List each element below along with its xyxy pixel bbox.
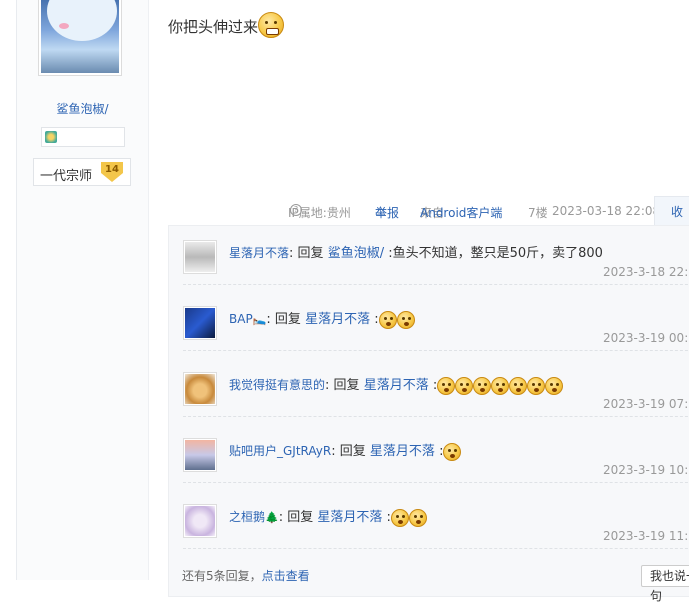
reply-user-link[interactable]: 之桓鹅 xyxy=(229,510,265,524)
surprised-emoji-icon xyxy=(455,376,474,395)
reply-content: BAP🛌: 回复 星落月不落 : xyxy=(229,308,415,329)
surprised-emoji-icon xyxy=(545,376,564,395)
author-avatar[interactable] xyxy=(38,0,122,76)
badge-row xyxy=(41,127,125,147)
reply-content: 星落月不落: 回复 鲨鱼泡椒/ :鱼头不知道，整只是50斤，卖了800 xyxy=(229,246,603,261)
reply-content: 贴吧用户_GJtRAyR: 回复 星落月不落 : xyxy=(229,440,462,461)
reply-user-link[interactable]: 贴吧用户_GJtRAyR xyxy=(229,444,331,458)
avatar[interactable] xyxy=(183,438,217,472)
level-badge-icon: 14 xyxy=(101,162,123,182)
list-item: BAP🛌: 回复 星落月不落 : 2023-3-19 00:21 xyxy=(183,292,689,351)
badge-icon: 🛌 xyxy=(252,313,267,326)
list-item: 之桓鹅🌲: 回复 星落月不落 : 2023-3-19 11:39 xyxy=(183,490,689,549)
reply-target-link[interactable]: 鲨鱼泡椒/ xyxy=(328,246,384,261)
more-text: 还有5条回复， xyxy=(182,569,262,583)
reply-time: 2023-3-19 00:21 xyxy=(603,331,689,345)
surprised-emoji-icon xyxy=(437,376,456,395)
reply-list: 星落月不落: 回复 鲨鱼泡椒/ :鱼头不知道，整只是50斤，卖了800 2023… xyxy=(168,225,689,597)
reply-content: 之桓鹅🌲: 回复 星落月不落 : xyxy=(229,506,427,527)
reply-target-link[interactable]: 星落月不落 xyxy=(370,444,435,459)
help-icon[interactable]: ? xyxy=(290,204,302,216)
reply-target-link[interactable]: 星落月不落 xyxy=(317,510,382,525)
reply-word: 回复 xyxy=(333,378,360,393)
reply-time: 2023-3-19 11:39 xyxy=(603,529,689,543)
surprised-emoji-icon xyxy=(378,310,397,329)
post-text: 你把头伸过来 xyxy=(168,18,259,36)
reply-word: 回复 xyxy=(297,246,324,261)
list-item: 我觉得挺有意思的: 回复 星落月不落 : 2023-3-19 07:05 xyxy=(183,358,689,417)
medal-icon[interactable] xyxy=(45,131,57,143)
reply-target-link[interactable]: 星落月不落 xyxy=(364,378,429,393)
surprised-emoji-icon xyxy=(491,376,510,395)
surprised-emoji-icon xyxy=(473,376,492,395)
reply-user-link[interactable]: BAP xyxy=(229,312,253,326)
collapse-button[interactable]: 收起 xyxy=(654,196,689,249)
tree-icon: 🌲 xyxy=(265,511,279,524)
post-timestamp: 2023-03-18 22:08 xyxy=(552,204,661,218)
reply-time: 2023-3-18 22:11 xyxy=(603,265,689,279)
avatar-image xyxy=(41,0,119,73)
surprised-emoji-icon xyxy=(443,442,462,461)
reply-word: 回复 xyxy=(287,510,314,525)
avatar[interactable] xyxy=(183,504,217,538)
surprised-emoji-icon xyxy=(396,310,415,329)
list-item: 星落月不落: 回复 鲨鱼泡椒/ :鱼头不知道，整只是50斤，卖了800 2023… xyxy=(183,226,689,285)
reply-button[interactable]: 我也说一句 xyxy=(641,565,689,603)
more-replies: 还有5条回复，点击查看 xyxy=(182,567,310,584)
avatar[interactable] xyxy=(183,372,217,406)
reply-content: 我觉得挺有意思的: 回复 星落月不落 : xyxy=(229,374,564,395)
floor-number: 7楼 xyxy=(528,206,548,220)
list-item: 贴吧用户_GJtRAyR: 回复 星落月不落 : 2023-3-19 10:52 xyxy=(183,424,689,483)
surprised-emoji-icon xyxy=(408,508,427,527)
author-name-link[interactable]: 鲨鱼泡椒/ xyxy=(17,100,148,117)
surprised-emoji-icon xyxy=(527,376,546,395)
reply-time: 2023-3-19 10:52 xyxy=(603,463,689,477)
angry-emoji-icon xyxy=(258,12,285,38)
client-link[interactable]: Android客户端 xyxy=(420,204,502,221)
reply-time: 2023-3-19 07:05 xyxy=(603,397,689,411)
level-box[interactable]: 一代宗师 14 xyxy=(33,158,131,186)
report-label: 举报 xyxy=(375,206,400,220)
reply-word: 回复 xyxy=(339,444,366,459)
post-content: 你把头伸过来 xyxy=(168,12,285,38)
level-title: 一代宗师 xyxy=(40,169,93,184)
author-column: 鲨鱼泡椒/ 一代宗师 14 xyxy=(16,0,149,580)
reply-text: :鱼头不知道，整只是50斤，卖了800 xyxy=(388,246,603,261)
reply-target-link[interactable]: 星落月不落 xyxy=(305,312,370,327)
surprised-emoji-icon xyxy=(509,376,528,395)
reply-word: 回复 xyxy=(274,312,301,327)
reply-text: : xyxy=(374,312,379,327)
avatar[interactable] xyxy=(183,306,217,340)
smile-emoji-icon xyxy=(390,508,409,527)
reply-user-link[interactable]: 星落月不落 xyxy=(229,246,289,260)
reply-user-link[interactable]: 我觉得挺有意思的 xyxy=(229,378,325,392)
view-more-link[interactable]: 点击查看 xyxy=(262,569,310,583)
avatar[interactable] xyxy=(183,240,217,274)
